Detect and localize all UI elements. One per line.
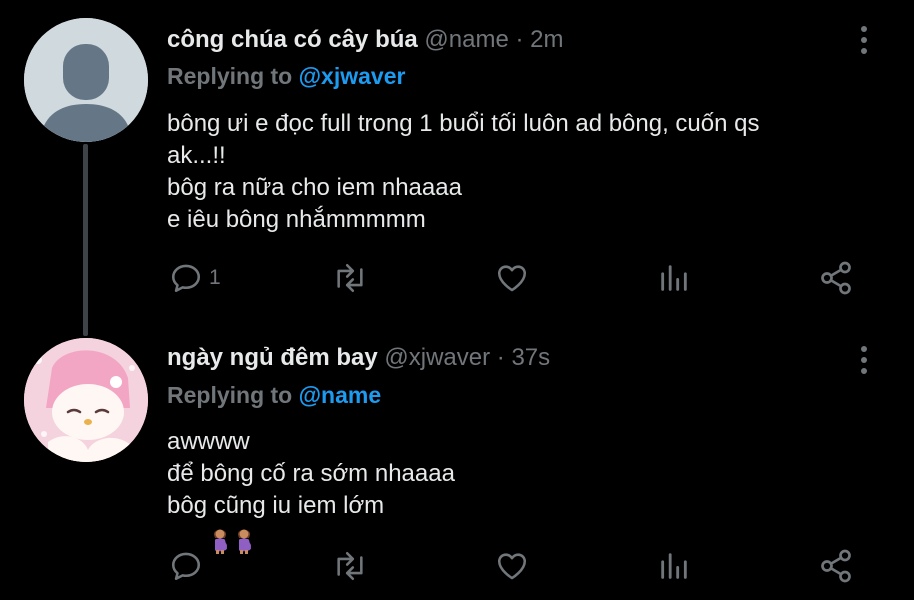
avatar[interactable] xyxy=(24,18,148,142)
reply-button[interactable]: 1 xyxy=(169,258,221,298)
tweet[interactable]: ngày ngủ đêm bay @xjwaver · 37s Replying… xyxy=(0,330,914,600)
reply-icon xyxy=(171,552,201,581)
views-button[interactable] xyxy=(657,258,691,298)
retweet-icon xyxy=(337,263,363,293)
tweet-text-line: để bông cố ra sớm nhaaaa xyxy=(167,460,455,487)
tweet-text-line: bôg ra nữa cho iem nhaaaa xyxy=(167,174,462,201)
tweet-header: ngày ngủ đêm bay @xjwaver · 37s xyxy=(167,344,550,372)
default-avatar-icon xyxy=(24,18,148,142)
tweet-text: bông ưi e đọc full trong 1 buổi tối luôn… xyxy=(167,108,857,236)
user-handle[interactable]: @xjwaver xyxy=(384,344,490,371)
user-handle[interactable]: @name xyxy=(424,26,508,53)
display-name[interactable]: ngày ngủ đêm bay xyxy=(167,344,378,371)
thread-connector xyxy=(83,144,88,336)
more-options-icon[interactable] xyxy=(852,340,876,380)
tweet[interactable]: công chúa có cây búa @name · 2m Replying… xyxy=(0,0,914,336)
views-button[interactable] xyxy=(657,546,691,586)
more-options-icon[interactable] xyxy=(852,20,876,60)
replying-to: Replying to @name xyxy=(167,382,381,409)
tweet-header: công chúa có cây búa @name · 2m xyxy=(167,26,564,54)
timestamp[interactable]: 37s xyxy=(511,344,550,371)
retweet-icon xyxy=(337,551,363,581)
display-name[interactable]: công chúa có cây búa xyxy=(167,26,418,53)
analytics-icon xyxy=(661,265,687,291)
tweet-text-line: awwww xyxy=(167,428,250,455)
tweet-actions: 1 xyxy=(0,258,914,298)
reply-count: 1 xyxy=(209,266,221,289)
separator: · xyxy=(515,26,524,53)
share-button[interactable] xyxy=(818,258,854,298)
tweet-text-line: ak...!! xyxy=(167,142,226,169)
like-button[interactable] xyxy=(494,546,530,586)
heart-icon xyxy=(497,265,527,292)
tweet-actions xyxy=(0,546,914,586)
tweet-text-line: e iêu bông nhắmmmmm xyxy=(167,206,426,233)
retweet-button[interactable] xyxy=(330,546,370,586)
avatar[interactable] xyxy=(24,338,148,462)
tweet-text-line: bôg cũng iu iem lớm xyxy=(167,492,385,519)
share-icon xyxy=(821,261,851,295)
heart-icon xyxy=(497,553,527,580)
timestamp[interactable]: 2m xyxy=(530,26,563,53)
retweet-button[interactable] xyxy=(330,258,370,298)
replying-label: Replying to xyxy=(167,382,293,408)
share-icon xyxy=(821,549,851,583)
replying-handle-link[interactable]: @xjwaver xyxy=(299,63,406,89)
like-button[interactable] xyxy=(494,258,530,298)
tweet-text-line: bông ưi e đọc full trong 1 buổi tối luôn… xyxy=(167,110,760,137)
replying-label: Replying to xyxy=(167,63,293,89)
analytics-icon xyxy=(661,553,687,579)
replying-handle-link[interactable]: @name xyxy=(299,382,382,408)
separator: · xyxy=(496,344,505,371)
my-melody-avatar-icon xyxy=(24,338,148,462)
reply-button[interactable] xyxy=(169,546,209,586)
reply-icon xyxy=(171,264,201,293)
share-button[interactable] xyxy=(818,546,854,586)
replying-to: Replying to @xjwaver xyxy=(167,63,405,90)
